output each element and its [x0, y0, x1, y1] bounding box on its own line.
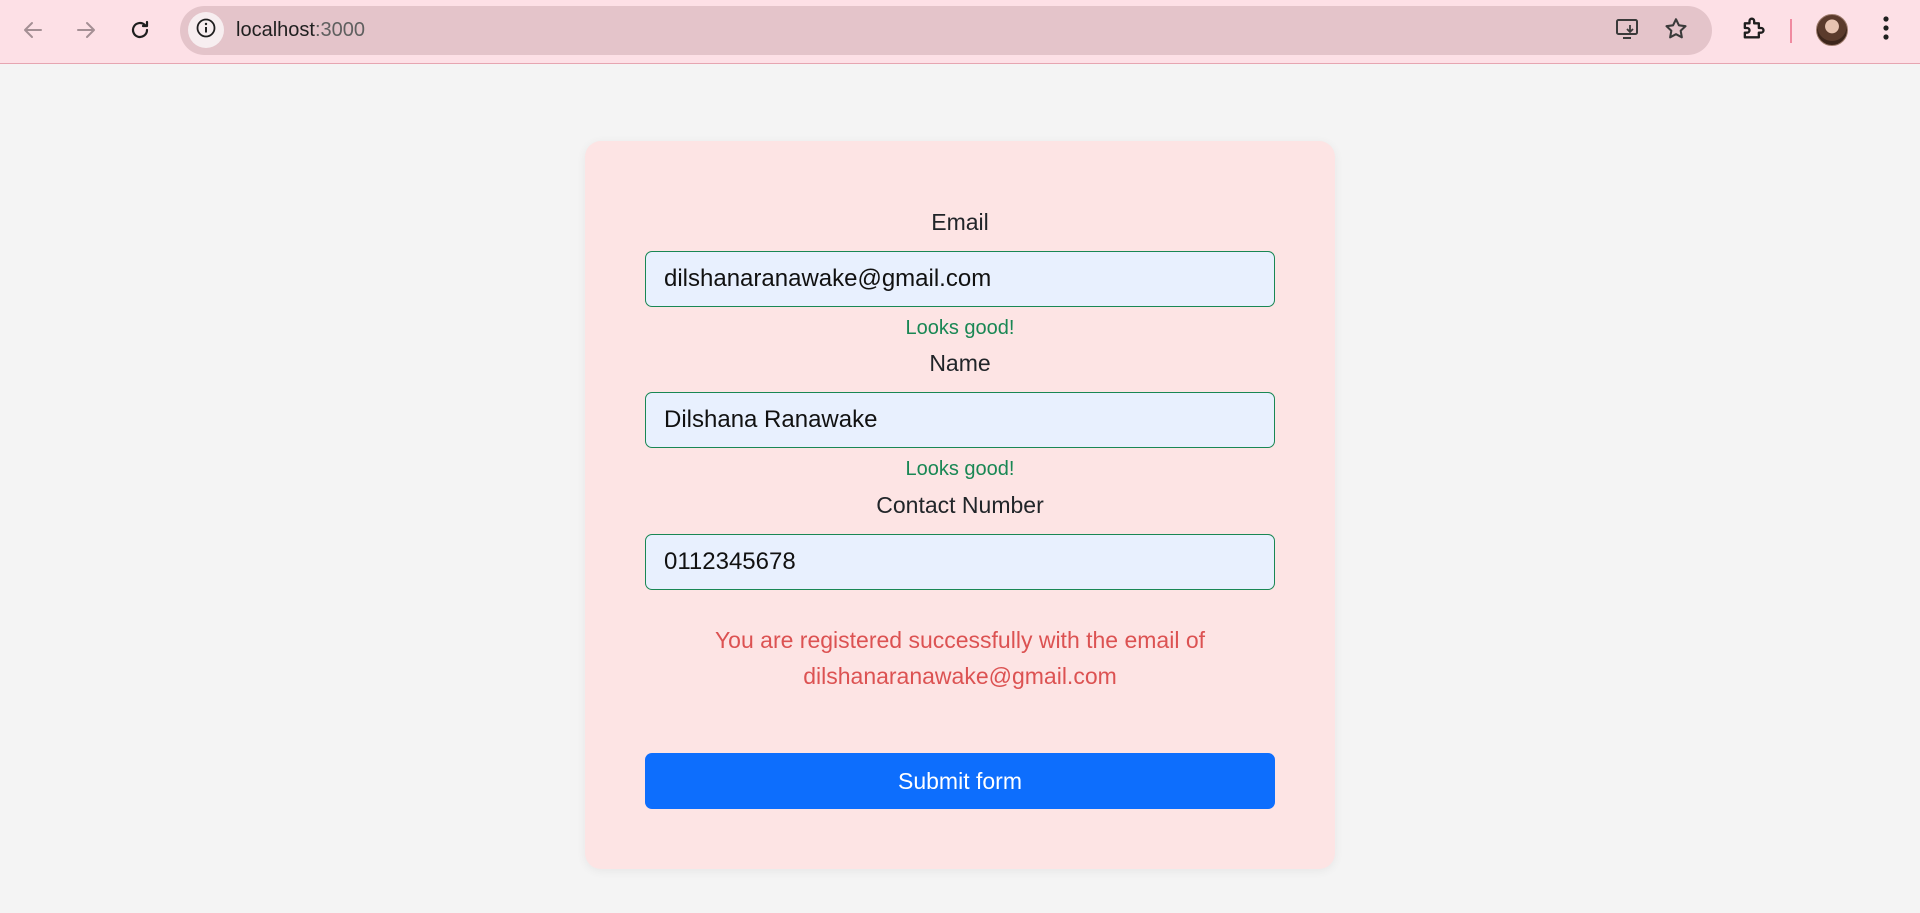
kebab-menu-icon [1882, 15, 1890, 46]
contact-number-label: Contact Number [876, 492, 1044, 518]
contact-number-field[interactable] [645, 534, 1275, 590]
install-app-icon [1615, 16, 1641, 47]
site-info-button[interactable] [188, 12, 224, 48]
url-port: :3000 [314, 19, 365, 41]
reload-icon [128, 18, 152, 42]
back-button[interactable] [10, 10, 56, 50]
toolbar-divider [1790, 19, 1792, 43]
success-message-line-2: dilshanaranawake@gmail.com [803, 663, 1117, 689]
site-info-icon [195, 17, 217, 44]
extensions-button[interactable] [1733, 10, 1773, 50]
submit-form-button[interactable]: Submit form [645, 753, 1275, 809]
profile-avatar[interactable] [1816, 14, 1848, 46]
success-message: You are registered successfully with the… [685, 622, 1235, 694]
address-bar[interactable]: localhost:3000 [180, 6, 1712, 55]
name-valid-feedback: Looks good! [905, 458, 1015, 480]
name-field[interactable] [645, 392, 1275, 448]
back-arrow-icon [21, 18, 45, 42]
bookmark-button[interactable] [1658, 13, 1694, 49]
email-valid-feedback: Looks good! [905, 317, 1015, 339]
url-host: localhost [236, 19, 315, 41]
forward-button[interactable] [63, 10, 109, 50]
forward-arrow-icon [74, 18, 98, 42]
url-text[interactable]: localhost:3000 [236, 6, 365, 55]
email-label: Email [931, 209, 989, 235]
browser-menu-button[interactable] [1866, 10, 1906, 50]
bookmark-star-icon [1663, 16, 1689, 47]
name-label: Name [929, 350, 991, 376]
extensions-puzzle-icon [1739, 14, 1767, 47]
success-message-line-1: You are registered successfully with the… [714, 627, 1206, 653]
registration-card: Email Looks good! Name Looks good! Conta… [585, 141, 1335, 869]
browser-toolbar: localhost:3000 [0, 0, 1920, 64]
install-app-button[interactable] [1610, 13, 1646, 49]
email-field[interactable] [645, 251, 1275, 307]
reload-button[interactable] [117, 10, 163, 50]
